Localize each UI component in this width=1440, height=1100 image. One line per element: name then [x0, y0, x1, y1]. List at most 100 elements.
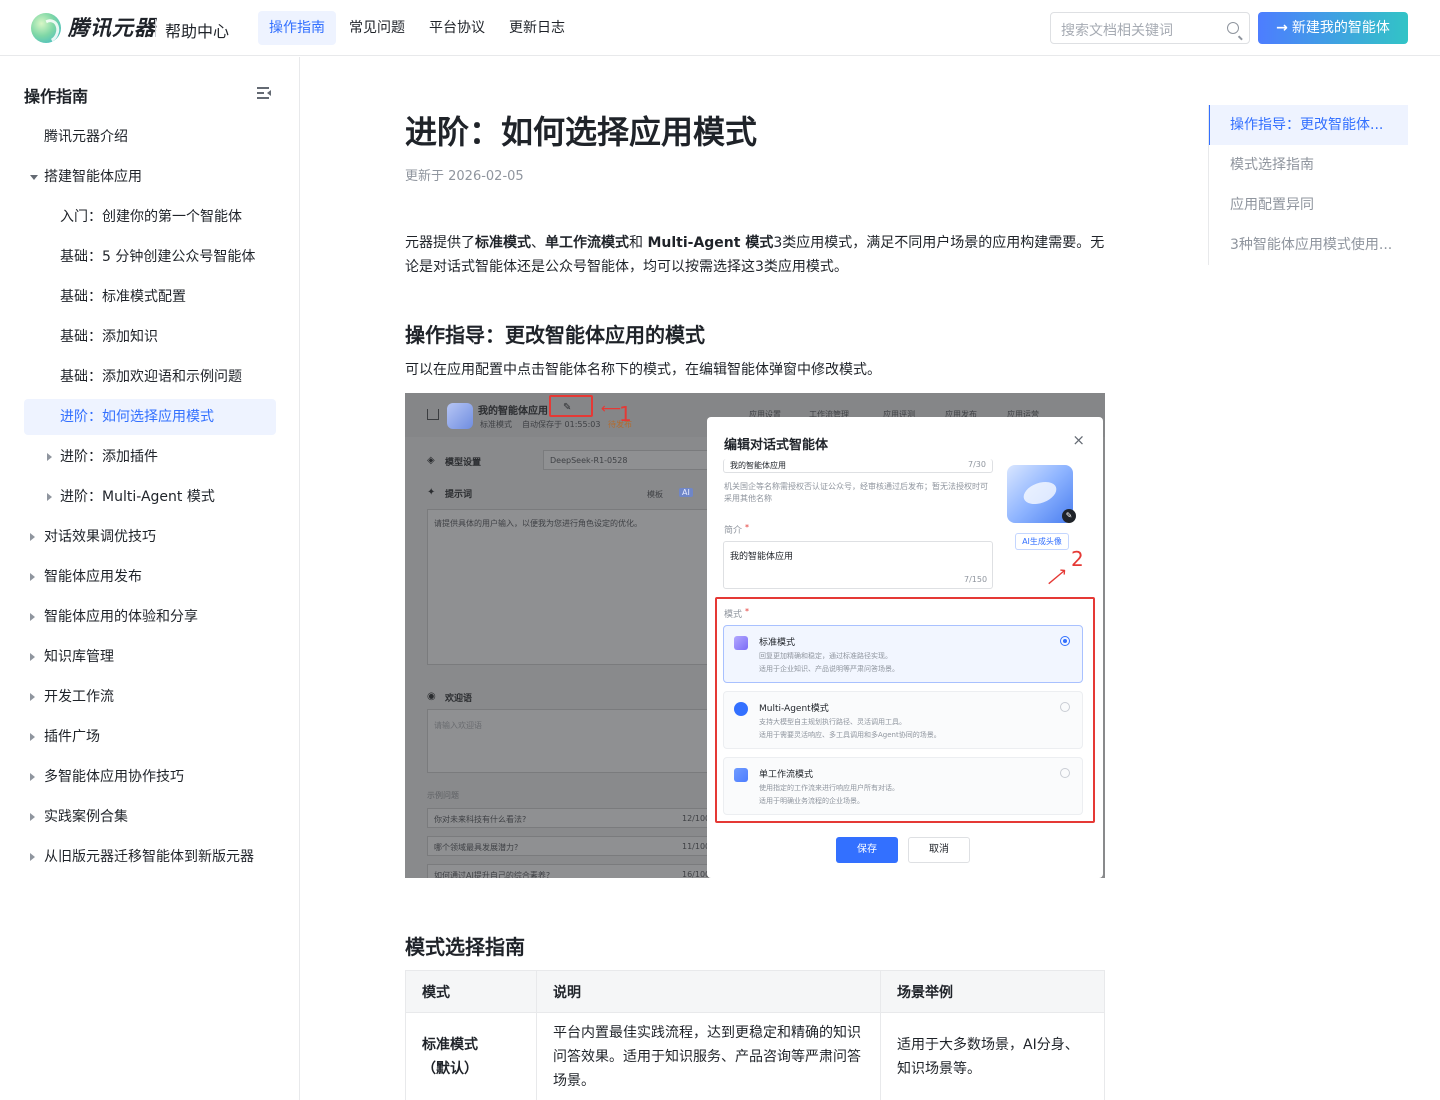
- sidebar-item[interactable]: 基础：5 分钟创建公众号智能体: [24, 239, 276, 275]
- save-button: 保存: [836, 837, 898, 863]
- chevron-right-icon[interactable]: [30, 653, 35, 661]
- sidebar: 操作指南 腾讯元器介绍 搭建智能体应用 入门：创建你的第一个智能体 基础：5 分钟创建…: [0, 57, 300, 1100]
- toc-item[interactable]: 应用配置异同: [1209, 185, 1408, 225]
- toc-item[interactable]: 3种智能体应用模式使用...: [1209, 225, 1408, 265]
- required-mark: *: [745, 523, 749, 532]
- chevron-right-icon[interactable]: [30, 813, 35, 821]
- welcome-placeholder: 请输入欢迎语: [434, 721, 482, 730]
- example-question: 哪个领域最具发展潜力?: [434, 843, 519, 852]
- sidebar-item-label: 进阶：添加插件: [60, 449, 158, 465]
- mode-table: 模式 说明 场景举例 标准模式 （默认） 平台内置最佳实践流程，达到更稳定和精确…: [405, 970, 1105, 1100]
- example-count: 11/100: [682, 842, 711, 851]
- bold-text: Multi-Agent 模式: [647, 235, 774, 251]
- toc-item[interactable]: 操作指导：更改智能体...: [1209, 105, 1408, 145]
- app-name: 我的智能体应用: [478, 406, 548, 417]
- chevron-right-icon[interactable]: [30, 733, 35, 741]
- prompt-ai-badge: AI: [679, 488, 693, 497]
- table-cell-mode: 标准模式 （默认）: [405, 1012, 537, 1100]
- toc-item[interactable]: 模式选择指南: [1209, 145, 1408, 185]
- close-icon: ×: [1072, 431, 1085, 449]
- model-value: DeepSeek-R1-0528: [550, 456, 628, 465]
- sidebar-item[interactable]: 智能体应用发布: [24, 559, 276, 595]
- chevron-right-icon[interactable]: [30, 853, 35, 861]
- help-center-label[interactable]: 帮助中心: [165, 18, 229, 42]
- nav-operation-guide[interactable]: 操作指南: [258, 11, 336, 45]
- annotation-marker-2: 2: [1071, 547, 1084, 571]
- intro-field: 我的智能体应用 7/150: [723, 541, 993, 589]
- chevron-right-icon[interactable]: [30, 693, 35, 701]
- updated-date: 更新于 2026-02-05: [405, 169, 524, 184]
- sidebar-item-label: 基础：添加知识: [60, 329, 158, 345]
- sidebar-item[interactable]: 基础：添加欢迎语和示例问题: [24, 359, 276, 395]
- search-icon[interactable]: [1227, 22, 1239, 34]
- new-agent-label: 新建我的智能体: [1291, 20, 1390, 36]
- welcome-icon: ◉: [427, 691, 436, 702]
- sidebar-item-label: 进阶：Multi-Agent 模式: [60, 489, 215, 505]
- sidebar-item-label: 从旧版元器迁移智能体到新版元器: [44, 849, 254, 865]
- sidebar-item[interactable]: 实践案例合集: [24, 799, 276, 835]
- sidebar-item[interactable]: 从旧版元器迁移智能体到新版元器: [24, 839, 276, 875]
- table-header-row: 模式 说明 场景举例: [405, 970, 1105, 1013]
- brand-name[interactable]: 腾讯元器: [68, 12, 156, 42]
- chevron-right-icon[interactable]: [47, 493, 52, 501]
- prompt-label: 提示词: [445, 490, 473, 500]
- table-of-contents: 操作指导：更改智能体... 模式选择指南 应用配置异同 3种智能体应用模式使用...: [1208, 105, 1408, 265]
- nav-changelog[interactable]: 更新日志: [498, 11, 576, 45]
- sidebar-item[interactable]: 智能体应用的体验和分享: [24, 599, 276, 635]
- search-input[interactable]: 搜索文档相关键词: [1050, 12, 1250, 44]
- text-run: 和: [629, 235, 648, 251]
- name-count: 7/30: [968, 460, 986, 469]
- chevron-right-icon[interactable]: [47, 453, 52, 461]
- yuanqi-logo-icon[interactable]: [31, 13, 61, 43]
- sidebar-item[interactable]: 入门：创建你的第一个智能体: [24, 199, 276, 235]
- chevron-right-icon[interactable]: [30, 613, 35, 621]
- heading-guide: 操作指导：更改智能体应用的模式: [405, 323, 705, 347]
- sidebar-item-label: 实践案例合集: [44, 809, 128, 825]
- nav-faq[interactable]: 常见问题: [338, 11, 416, 45]
- edit-avatar-icon: ✎: [1062, 509, 1076, 523]
- chevron-right-icon[interactable]: [30, 573, 35, 581]
- sidebar-item-label: 知识库管理: [44, 649, 114, 665]
- nav-platform-agreement[interactable]: 平台协议: [418, 11, 496, 45]
- sidebar-item[interactable]: 搭建智能体应用: [24, 159, 276, 195]
- sidebar-item-label: 基础：标准模式配置: [60, 289, 186, 305]
- chevron-down-icon[interactable]: [30, 175, 38, 180]
- example-count: 16/100: [682, 870, 711, 878]
- sidebar-item-label: 插件广场: [44, 729, 100, 745]
- autosave-text: 自动保存于 01:55:03: [522, 420, 601, 429]
- collapse-sidebar-icon[interactable]: [257, 87, 271, 99]
- sidebar-item-label: 进阶：如何选择应用模式: [60, 409, 214, 425]
- sidebar-item-label: 多智能体应用协作技巧: [44, 769, 184, 785]
- sparkle-icon: ✦: [427, 487, 436, 498]
- sidebar-item[interactable]: 插件广场: [24, 719, 276, 755]
- sidebar-item[interactable]: 腾讯元器介绍: [24, 119, 276, 155]
- intro-count: 7/150: [964, 575, 988, 584]
- welcome-editor: 请输入欢迎语: [427, 709, 709, 773]
- sidebar-item-label: 智能体应用的体验和分享: [44, 609, 198, 625]
- sidebar-item[interactable]: 基础：标准模式配置: [24, 279, 276, 315]
- search-placeholder: 搜索文档相关键词: [1061, 23, 1173, 39]
- sidebar-item[interactable]: 开发工作流: [24, 679, 276, 715]
- name-hint: 机关国企等名称需授权否认证公众号，经审核通过后发布；暂无法授权时可采用其他名称: [724, 482, 988, 503]
- table-header: 模式: [405, 970, 537, 1013]
- sidebar-item[interactable]: 基础：添加知识: [24, 319, 276, 355]
- model-label: 模型设置: [445, 458, 482, 468]
- sidebar-item[interactable]: 进阶：Multi-Agent 模式: [24, 479, 276, 515]
- sidebar-item-label: 基础：添加欢迎语和示例问题: [60, 369, 242, 385]
- prompt-editor: 请提供具体的用户输入，以便我为您进行角色设定的优化。: [427, 509, 709, 665]
- sidebar-item[interactable]: 知识库管理: [24, 639, 276, 675]
- ai-avatar-button: AI生成头像: [1015, 533, 1069, 550]
- new-agent-button[interactable]: → 新建我的智能体: [1258, 12, 1408, 44]
- annotation-box-1: [549, 395, 593, 417]
- chevron-right-icon[interactable]: [30, 773, 35, 781]
- sidebar-item[interactable]: 多智能体应用协作技巧: [24, 759, 276, 795]
- chevron-right-icon[interactable]: [30, 533, 35, 541]
- sidebar-item[interactable]: 进阶：添加插件: [24, 439, 276, 475]
- sidebar-item[interactable]: 对话效果调优技巧: [24, 519, 276, 555]
- table-cell-desc: 平台内置最佳实践流程，达到更稳定和精确的知识问答效果。适用于知识服务、产品咨询等…: [536, 1012, 881, 1100]
- table-header: 说明: [536, 970, 881, 1013]
- page-title: 进阶：如何选择应用模式: [405, 113, 758, 151]
- dialog-title: 编辑对话式智能体: [724, 438, 829, 453]
- sidebar-item[interactable]: 进阶：如何选择应用模式: [24, 399, 276, 435]
- intro-value: 我的智能体应用: [730, 552, 794, 562]
